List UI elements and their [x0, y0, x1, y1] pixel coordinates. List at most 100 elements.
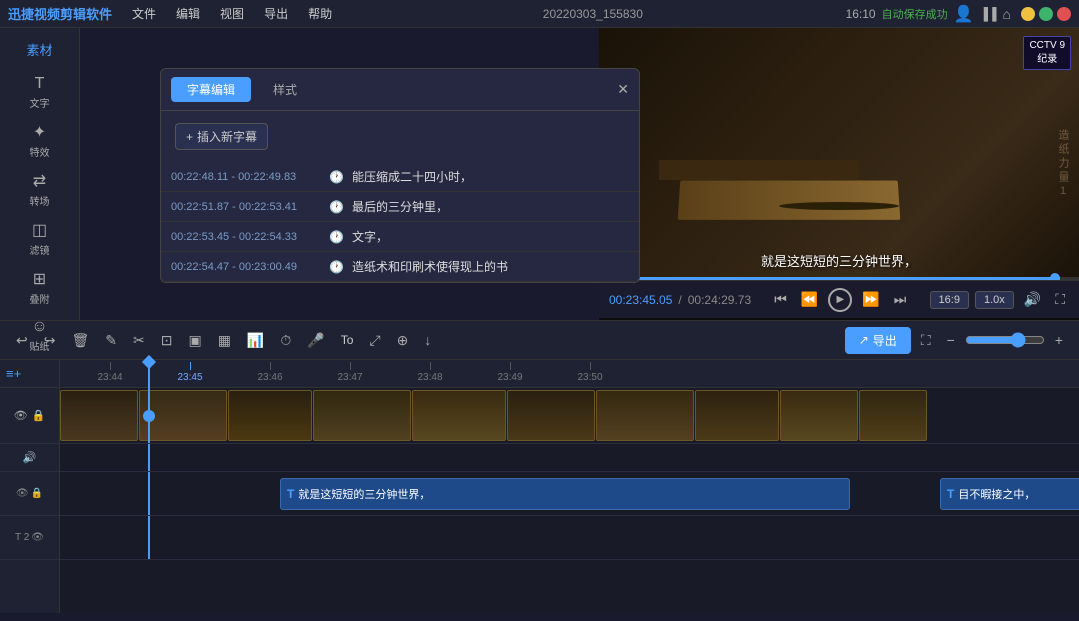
menu-view[interactable]: 视图: [212, 3, 252, 24]
ruler-mark-5: 23:49: [497, 372, 522, 383]
close-button[interactable]: [1057, 7, 1071, 21]
tab-subtitle-style[interactable]: 样式: [257, 77, 313, 102]
t1-eye-icon[interactable]: 👁: [16, 488, 29, 499]
to-button[interactable]: To: [335, 329, 360, 351]
video-preview: CCTV 9 纪录 造纸力量1 就是这短短的三分钟世界， 00:23:45.05…: [599, 28, 1079, 320]
fullscreen-button[interactable]: ⛶: [1051, 289, 1069, 310]
export-button[interactable]: ↗ 导出: [845, 327, 911, 354]
subtitle-row-1[interactable]: 00:22:51.87 - 00:22:53.41 🕐 最后的三分钟里，: [161, 192, 639, 222]
subtitle-time-3: 00:22:54.47 - 00:23:00.49: [171, 261, 321, 273]
subtitle-row-3[interactable]: 00:22:54.47 - 00:23:00.49 🕐 造纸术和印刷术使得现上的…: [161, 252, 639, 282]
sidebar-item-transition[interactable]: ⇄ 转场: [0, 167, 79, 212]
clock-icon-1: 🕐: [329, 200, 344, 214]
minimize-button[interactable]: [1021, 7, 1035, 21]
app-logo: 迅捷视频剪辑软件: [8, 4, 112, 23]
subtitle-text-0: 能压缩成二十四小时，: [352, 168, 629, 185]
subtitle-panel-close[interactable]: ✕: [617, 81, 629, 98]
download-button[interactable]: ↓: [418, 328, 437, 352]
volume-button[interactable]: 🔊: [1020, 289, 1045, 310]
video-clip[interactable]: [596, 390, 694, 441]
sidebar-item-text[interactable]: T 文字: [0, 71, 79, 114]
speed-button[interactable]: 1.0x: [975, 291, 1014, 309]
menu-export[interactable]: 导出: [256, 3, 296, 24]
menu-help[interactable]: 帮助: [300, 3, 340, 24]
subtitle-clip-text-2: 目不暇接之中，: [958, 486, 1035, 502]
window-controls: [1021, 7, 1071, 21]
home-icon[interactable]: ⌂: [1003, 6, 1011, 22]
prev-frame-button[interactable]: ⏮: [770, 289, 791, 310]
sidebar-assets-label: 素材: [26, 36, 52, 67]
delete-button[interactable]: 🗑: [65, 328, 95, 353]
add-button[interactable]: ⊕: [391, 328, 415, 353]
rewind-button[interactable]: ⏪: [797, 289, 822, 310]
subtitle-row-0[interactable]: 00:22:48.11 - 00:22:49.83 🕐 能压缩成二十四小时，: [161, 162, 639, 192]
timer-button[interactable]: ⏱: [274, 328, 297, 353]
edit-button[interactable]: ✎: [99, 328, 123, 353]
signal-icon: ▐▐: [980, 7, 997, 21]
play-button[interactable]: ▶: [828, 288, 852, 312]
zoom-in-button[interactable]: +: [1049, 328, 1069, 352]
chart-button[interactable]: 📊: [241, 328, 270, 353]
video-subtitle-overlay: 就是这短短的三分钟世界，: [761, 251, 917, 270]
sidebar: 素材 T 文字 ✦ 特效 ⇄ 转场 ◫ 滤镜 ⊞ 叠附 ☺ 贴纸 ♪ 配乐: [0, 28, 80, 320]
subtitle-time-1: 00:22:51.87 - 00:22:53.41: [171, 201, 321, 213]
insert-subtitle-button[interactable]: + 插入新字幕: [175, 123, 268, 150]
audio-track: [60, 444, 1079, 472]
video-clip[interactable]: [780, 390, 858, 441]
timeline-area: ≡+ 👁 🔒 🔊 👁 🔒 T 2 👁 23:44: [0, 360, 1079, 613]
audio-track-icon[interactable]: 🔊: [23, 451, 37, 464]
video-clip[interactable]: [695, 390, 779, 441]
timeline-content: 23:44 23:45 23:46 23:47 23:48: [60, 360, 1079, 613]
insert-btn-label: 插入新字幕: [197, 128, 257, 145]
video-clip[interactable]: [60, 390, 138, 441]
subtitle-clip-1[interactable]: T 就是这短短的三分钟世界，: [280, 478, 850, 510]
sidebar-item-filter[interactable]: ◫ 滤镜: [0, 216, 79, 261]
subtitle-time-0: 00:22:48.11 - 00:22:49.83: [171, 171, 321, 183]
screen-icon[interactable]: ⛶: [915, 328, 937, 353]
undo-button[interactable]: ↩: [10, 328, 34, 353]
video-clip[interactable]: [313, 390, 411, 441]
time-display: 16:10: [846, 7, 876, 21]
plus-icon: +: [186, 130, 193, 144]
video-clip[interactable]: [859, 390, 927, 441]
effects-icon: ✦: [33, 122, 46, 142]
user-avatar-icon[interactable]: 👤: [954, 4, 974, 24]
add-track-button[interactable]: ≡+: [6, 366, 21, 381]
redo-button[interactable]: ↪: [38, 328, 62, 353]
video-clip[interactable]: [228, 390, 312, 441]
tab-subtitle-edit[interactable]: 字幕编辑: [171, 77, 251, 102]
clock-icon-3: 🕐: [329, 260, 344, 274]
crop-button[interactable]: ⊡: [155, 328, 179, 353]
split-button[interactable]: ▣: [182, 328, 207, 353]
save-status: 自动保存成功: [882, 6, 948, 22]
menu-edit[interactable]: 编辑: [168, 3, 208, 24]
menu-file[interactable]: 文件: [124, 3, 164, 24]
current-time-display: 00:23:45.05: [609, 293, 672, 307]
t1-lock-icon[interactable]: 🔒: [31, 488, 43, 499]
track-eye-icon[interactable]: 👁: [14, 409, 28, 422]
video-clip[interactable]: [412, 390, 506, 441]
cut-button[interactable]: ✂: [127, 328, 151, 353]
video-clip[interactable]: [507, 390, 595, 441]
sidebar-item-overlay[interactable]: ⊞ 叠附: [0, 265, 79, 310]
grid-button[interactable]: ▦: [212, 328, 237, 353]
t2-eye-icon[interactable]: 👁: [31, 532, 44, 543]
ruler-mark-1: 23:45: [177, 372, 202, 383]
aspect-ratio-button[interactable]: 16:9: [930, 291, 969, 309]
maximize-button[interactable]: [1039, 7, 1053, 21]
sidebar-overlay-label: 叠附: [30, 291, 50, 306]
video-track[interactable]: [60, 388, 1079, 444]
mic-button[interactable]: 🎤: [301, 328, 330, 353]
forward-button[interactable]: ⏩: [858, 289, 883, 310]
timeline-ruler[interactable]: 23:44 23:45 23:46 23:47 23:48: [60, 360, 1079, 388]
subtitle-row-2[interactable]: 00:22:53.45 - 00:22:54.33 🕐 文字，: [161, 222, 639, 252]
top-section: 素材 T 文字 ✦ 特效 ⇄ 转场 ◫ 滤镜 ⊞ 叠附 ☺ 贴纸 ♪ 配乐: [0, 28, 1079, 320]
next-frame-button[interactable]: ⏭: [890, 289, 911, 310]
track-lock-icon[interactable]: 🔒: [32, 409, 46, 422]
zoom-out-button[interactable]: −: [941, 328, 961, 352]
zoom-slider[interactable]: [965, 332, 1045, 348]
sidebar-item-effects[interactable]: ✦ 特效: [0, 118, 79, 163]
t2-track-playhead: [148, 516, 150, 559]
subtitle-clip-2[interactable]: T 目不暇接之中，: [940, 478, 1079, 510]
resize-button[interactable]: ⤢: [363, 328, 386, 353]
